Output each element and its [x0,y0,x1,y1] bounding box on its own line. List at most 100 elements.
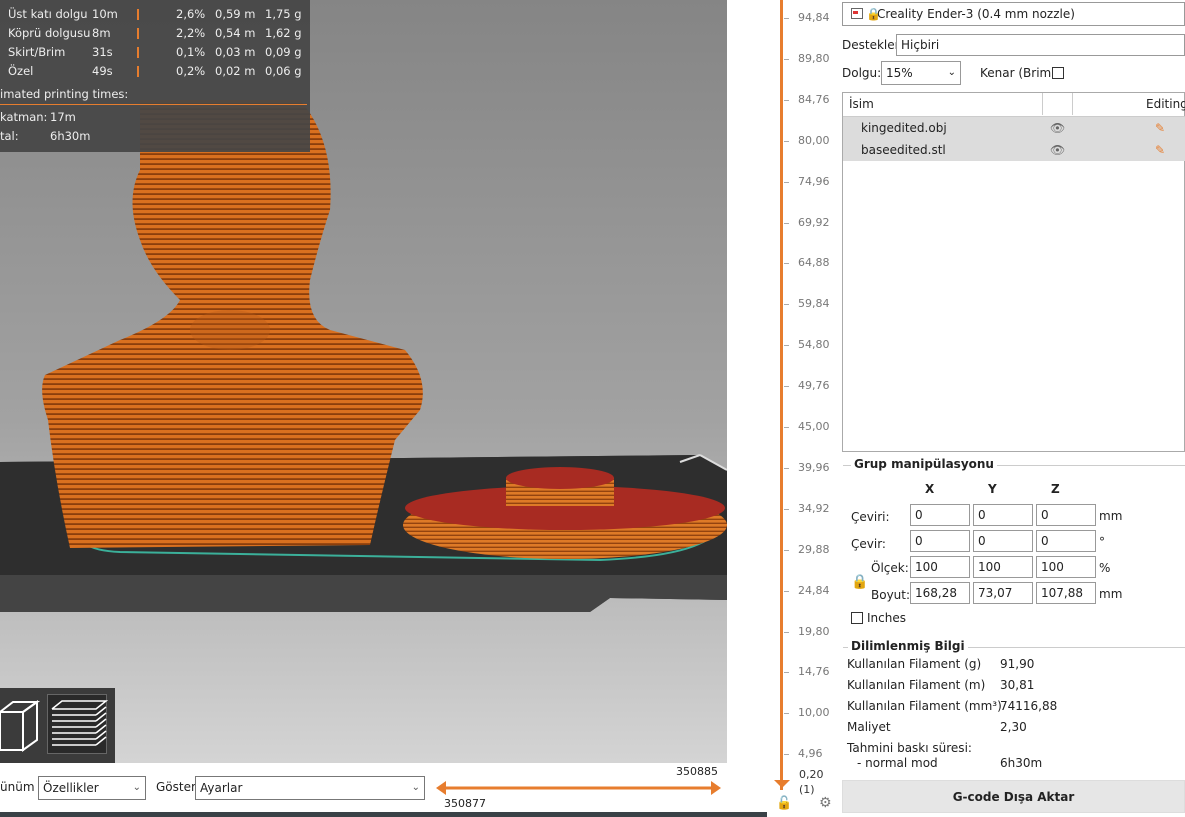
tick-mark [784,754,789,756]
inches-label: Inches [867,611,906,625]
layer-slider-track[interactable] [780,0,783,790]
stat-name: Köprü dolgusu [8,26,91,40]
estimated-times-title: imated printing times: [0,87,129,101]
stat-length: 0,02 m [215,64,256,78]
layer-height-tick: 34,92 [798,501,830,515]
eye-icon[interactable]: 👁 [1050,117,1065,139]
tick-mark [784,713,789,715]
stat-row: Üst katı dolgu 10m 2,6% 0,59 m 1,75 g [0,5,310,24]
info-label: Kullanılan Filament (mm³) [847,699,1002,713]
rotate-z-input[interactable]: 0 [1036,530,1096,552]
infill-select[interactable]: 15% ⌄ [881,61,961,85]
scale-y-input[interactable]: 100 [973,556,1033,578]
layer-height-tick: 54,80 [798,338,830,352]
size-y-input[interactable]: 73,07 [973,582,1033,604]
layer-height-tick: 39,96 [798,460,830,474]
layer-height-tick: 64,88 [798,256,830,270]
stat-weight: 1,75 g [265,7,302,21]
eye-icon[interactable]: 👁 [1050,139,1065,161]
tick-mark [784,672,789,674]
settings-gear-icon[interactable]: ⚙ [819,795,832,811]
layer-height-tick: 94,84 [798,11,830,24]
brim-label: Kenar (Brim): [980,66,1060,80]
layer-height-tick: 80,00 [798,133,830,147]
stat-row: Özel 49s 0,2% 0,02 m 0,06 g [0,62,310,81]
rotate-y-input[interactable]: 0 [973,530,1033,552]
layer-height-tick: 49,76 [798,379,830,393]
object-row[interactable]: baseedited.stl 👁 ✎ [843,139,1185,161]
layer-height-tick: 24,84 [798,583,830,597]
show-select[interactable]: Ayarlar ⌄ [195,776,425,800]
printer-name: Creality Ender-3 (0.4 mm nozzle) [877,7,1075,21]
move-unit: mm [1099,509,1123,523]
export-gcode-button[interactable]: G-code Dışa Aktar [842,780,1185,813]
brim-checkbox[interactable] [1052,67,1064,79]
edit-settings-icon[interactable]: ✎ [1155,139,1165,161]
inches-checkbox[interactable] [851,612,863,624]
total-time-row: tal: 6h30m [0,127,310,146]
infill-value: 15% [886,66,913,80]
tick-mark [784,427,789,428]
stat-name: Skirt/Brim [8,45,66,59]
supports-select[interactable]: Hiçbiri [896,34,1185,56]
size-z-input[interactable]: 107,88 [1036,582,1096,604]
info-label: - normal mod [857,756,938,770]
tick-mark [784,631,789,633]
scale-z-input[interactable]: 100 [1036,556,1096,578]
view-type-value: Özellikler [43,781,99,795]
tick-mark [784,508,789,510]
tick-mark [784,304,789,306]
total-time-value: 6h30m [50,129,91,143]
move-x-input[interactable]: 0 [910,504,970,526]
chevron-down-icon: ⌄ [411,782,420,793]
slider-bottom-handle[interactable] [772,778,792,798]
column-editing-header[interactable]: Editing [1146,93,1185,115]
view-mode-toolbar [0,688,115,763]
object-list-header: İsim Editing [843,93,1185,117]
solid-view-button[interactable] [0,694,43,754]
stat-time: 49s [92,64,113,78]
scale-x-input[interactable]: 100 [910,556,970,578]
stat-weight: 0,06 g [265,64,302,78]
print-settings-panel: 🔒 Creality Ender-3 (0.4 mm nozzle) Deste… [840,0,1185,817]
layer-height-tick: 19,80 [798,624,830,638]
info-value: 2,30 [1000,720,1027,734]
stat-time: 8m [92,26,111,40]
stat-row: Skirt/Brim 31s 0,1% 0,03 m 0,09 g [0,43,310,62]
stat-pct: 0,1% [176,45,206,59]
move-z-input[interactable]: 0 [1036,504,1096,526]
column-name-header[interactable]: İsim [849,93,874,115]
printer-select[interactable]: 🔒 Creality Ender-3 (0.4 mm nozzle) [842,2,1185,26]
view-type-select[interactable]: Özellikler ⌄ [38,776,146,800]
layer-height-tick: 29,88 [798,542,830,556]
lock-icon[interactable]: 🔓 [776,796,792,811]
move-y-input[interactable]: 0 [973,504,1033,526]
stat-pct: 2,6% [176,7,206,21]
info-value: 30,81 [1000,678,1035,692]
layer-time-label: katman: [0,110,48,124]
layer-view-button[interactable] [47,694,109,754]
3d-viewport[interactable]: Üst katı dolgu 10m 2,6% 0,59 m 1,75 g Kö… [0,0,727,763]
layers-icon [51,700,109,746]
layer-height-tick: 84,76 [798,92,830,106]
size-x-input[interactable]: 168,28 [910,582,970,604]
layer-height-tick: 10,00 [798,706,830,720]
size-label: Boyut: [871,588,911,602]
layer-slider[interactable]: 94,84 89,80 84,76 80,00 74,96 69,92 64,88 59,84… [767,0,840,817]
rotate-x-input[interactable]: 0 [910,530,970,552]
edit-settings-icon[interactable]: ✎ [1155,117,1165,139]
layer-height-tick: 74,96 [798,174,830,188]
scale-lock-icon[interactable]: 🔒 [851,574,868,590]
infill-label: Dolgu: [842,66,882,80]
stat-row: Köprü dolgusu 8m 2,2% 0,54 m 1,62 g [0,24,310,43]
scrubber-right-handle [711,781,721,795]
stat-name: Üst katı dolgu [8,7,88,21]
layer-path-scrubber[interactable]: 350885 350877 [430,763,727,813]
object-row[interactable]: kingedited.obj 👁 ✎ [843,117,1185,139]
cube-icon [0,700,41,752]
object-list: İsim Editing kingedited.obj 👁 ✎ baseedit… [842,92,1185,452]
layer-bottom-index: (1) [799,783,815,796]
layer-bottom-value: 0,20 [799,768,824,781]
tick-mark [784,181,789,183]
info-label: Maliyet [847,720,891,734]
